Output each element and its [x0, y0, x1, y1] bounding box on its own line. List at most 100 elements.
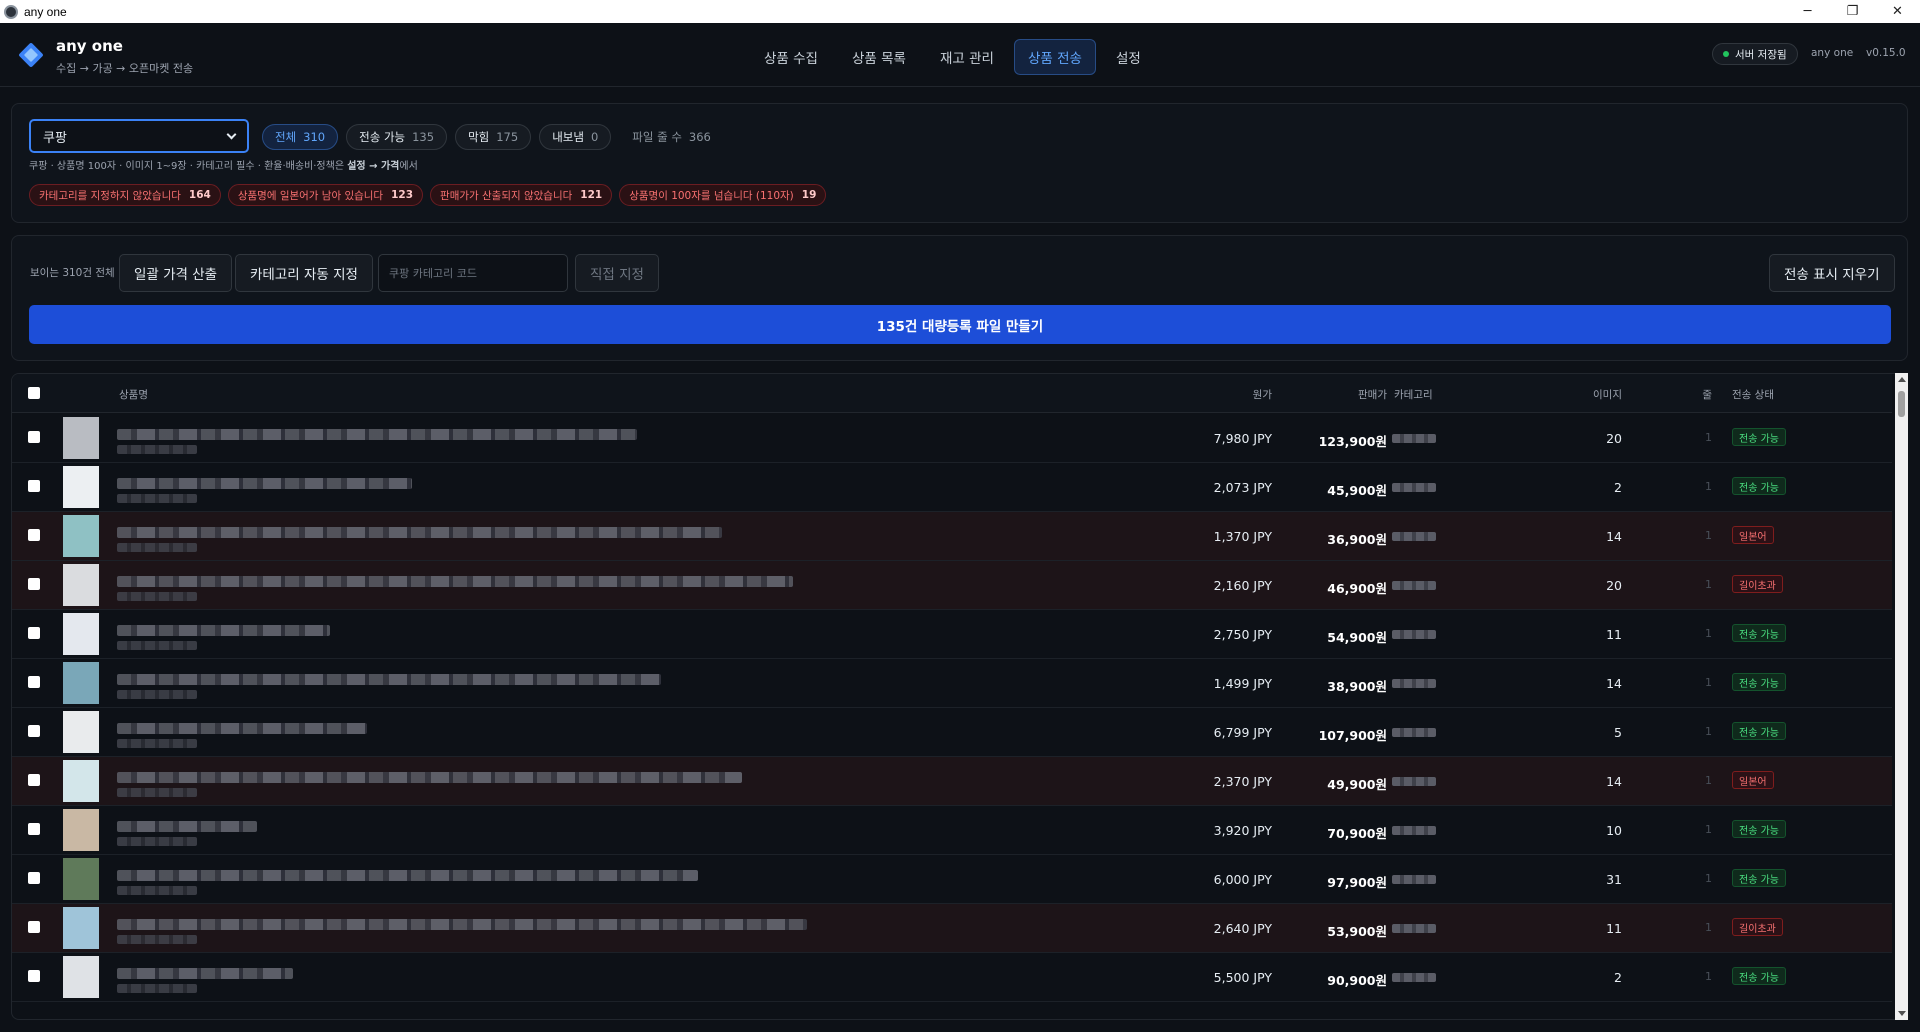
row-category-redacted — [1392, 630, 1436, 639]
status-badge: 길이초과 — [1732, 575, 1783, 593]
error-chip-no-price[interactable]: 판매가가 산출되지 않았습니다 121 — [430, 184, 613, 206]
scroll-up-icon[interactable] — [1898, 377, 1906, 382]
tab-product-send[interactable]: 상품 전송 — [1013, 39, 1096, 75]
row-category-redacted — [1392, 483, 1436, 492]
row-checkbox[interactable] — [28, 921, 40, 933]
row-price: 97,900원 — [1327, 875, 1387, 890]
product-subname-redacted — [117, 984, 197, 993]
category-code-input[interactable]: 쿠팡 카테고리 코드 — [378, 254, 568, 292]
select-all-checkbox[interactable] — [28, 387, 40, 399]
tab-settings[interactable]: 설정 — [1102, 39, 1155, 75]
row-checkbox[interactable] — [28, 823, 40, 835]
bulk-price-button[interactable]: 일괄 가격 산출 — [119, 254, 233, 292]
row-qty: 1 — [1705, 676, 1712, 689]
row-checkbox[interactable] — [28, 725, 40, 737]
product-thumbnail — [63, 417, 99, 459]
table-row[interactable]: 6,000 JPY 97,900원 31 1 전송 가능 — [12, 855, 1892, 904]
status-badge: 전송 가능 — [1732, 967, 1786, 985]
pill-all[interactable]: 전체 310 — [262, 124, 339, 150]
row-images: 11 — [1606, 921, 1622, 936]
row-checkbox[interactable] — [28, 578, 40, 590]
logo-diamond-icon — [18, 42, 44, 68]
product-subname-redacted — [117, 641, 197, 650]
table-row[interactable]: 1,499 JPY 38,900원 14 1 전송 가능 — [12, 659, 1892, 708]
row-qty: 1 — [1705, 725, 1712, 738]
row-checkbox[interactable] — [28, 872, 40, 884]
table-row[interactable]: 2,640 JPY 53,900원 11 1 길이초과 — [12, 904, 1892, 953]
product-name-redacted — [117, 870, 698, 881]
table-row[interactable]: 5,500 JPY 90,900원 2 1 전송 가능 — [12, 953, 1892, 1002]
row-category-redacted — [1392, 532, 1436, 541]
product-subname-redacted — [117, 739, 197, 748]
row-cost: 2,073 JPY — [1213, 480, 1272, 495]
product-subname-redacted — [117, 886, 197, 895]
col-category: 카테고리 — [1394, 389, 1433, 401]
row-price: 90,900원 — [1327, 973, 1387, 988]
row-price: 36,900원 — [1327, 532, 1387, 547]
row-category-redacted — [1392, 434, 1436, 443]
row-qty: 1 — [1705, 970, 1712, 983]
minimize-icon[interactable]: ─ — [1785, 0, 1830, 23]
pill-blocked[interactable]: 막힘 175 — [455, 124, 532, 150]
tab-inventory[interactable]: 재고 관리 — [926, 39, 1008, 75]
row-checkbox[interactable] — [28, 480, 40, 492]
user-name: any one — [1811, 47, 1854, 59]
error-chip-no-category[interactable]: 카테고리를 지정하지 않았습니다 164 — [29, 184, 221, 206]
table-row[interactable]: 3,920 JPY 70,900원 10 1 전송 가능 — [12, 806, 1892, 855]
error-chip-too-long[interactable]: 상품명이 100자를 넘습니다 (110자) 19 — [619, 184, 827, 206]
row-cost: 2,370 JPY — [1213, 774, 1272, 789]
product-subname-redacted — [117, 788, 197, 797]
status-badge: 길이초과 — [1732, 918, 1783, 936]
table-row[interactable]: 1,370 JPY 36,900원 14 1 일본어 — [12, 512, 1892, 561]
table-row[interactable]: 7,980 JPY 123,900원 20 1 전송 가능 — [12, 414, 1892, 463]
product-name-redacted — [117, 968, 293, 979]
row-images: 14 — [1606, 676, 1622, 691]
filter-panel: 쿠팡 전체 310 전송 가능 135 막힘 175 내보냄 0 파일 줄 수 366 쿠… — [11, 103, 1908, 223]
error-count: 19 — [801, 189, 817, 201]
status-badge: 일본어 — [1732, 771, 1774, 789]
row-checkbox[interactable] — [28, 431, 40, 443]
table-row[interactable]: 6,799 JPY 107,900원 5 1 전송 가능 — [12, 708, 1892, 757]
error-count: 164 — [188, 189, 211, 201]
row-checkbox[interactable] — [28, 970, 40, 982]
create-bulk-file-button[interactable]: 135건 대량등록 파일 만들기 — [29, 305, 1891, 344]
row-checkbox[interactable] — [28, 627, 40, 639]
scroll-thumb[interactable] — [1898, 391, 1905, 417]
row-images: 14 — [1606, 529, 1622, 544]
error-chip-japanese[interactable]: 상품명에 일본어가 남아 있습니다 123 — [227, 184, 424, 206]
hint-settings-link: 설정 → 가격 — [347, 161, 400, 172]
status-dot-icon — [1723, 51, 1729, 57]
product-subname-redacted — [117, 445, 197, 454]
tab-collect[interactable]: 상품 수집 — [750, 39, 832, 75]
pill-sendable[interactable]: 전송 가능 135 — [346, 124, 448, 150]
row-images: 31 — [1606, 872, 1622, 887]
error-count: 121 — [580, 189, 603, 201]
app-version: v0.15.0 — [1866, 47, 1906, 59]
close-icon[interactable]: ✕ — [1875, 0, 1920, 23]
pill-label: 전송 가능 — [359, 130, 406, 144]
tab-product-list[interactable]: 상품 목록 — [838, 39, 920, 75]
auto-category-button[interactable]: 카테고리 자동 지정 — [235, 254, 373, 292]
scroll-down-icon[interactable] — [1898, 1011, 1906, 1016]
row-cost: 2,640 JPY — [1213, 921, 1272, 936]
table-row[interactable]: 2,370 JPY 49,900원 14 1 일본어 — [12, 757, 1892, 806]
status-badge: 전송 가능 — [1732, 624, 1786, 642]
table-row[interactable]: 2,073 JPY 45,900원 2 1 전송 가능 — [12, 463, 1892, 512]
row-checkbox[interactable] — [28, 774, 40, 786]
manual-assign-button[interactable]: 직접 지정 — [575, 254, 659, 292]
row-qty: 1 — [1705, 578, 1712, 591]
table-row[interactable]: 2,750 JPY 54,900원 11 1 전송 가능 — [12, 610, 1892, 659]
market-select[interactable]: 쿠팡 — [29, 119, 249, 153]
row-cost: 7,980 JPY — [1213, 431, 1272, 446]
table-scrollbar[interactable] — [1895, 373, 1908, 1020]
row-checkbox[interactable] — [28, 676, 40, 688]
clear-send-marks-button[interactable]: 전송 표시 지우기 — [1769, 254, 1895, 292]
table-row[interactable]: 2,160 JPY 46,900원 20 1 길이초과 — [12, 561, 1892, 610]
row-cost: 5,500 JPY — [1213, 970, 1272, 985]
pill-exported[interactable]: 내보냄 0 — [539, 124, 612, 150]
hint-text: 쿠팡 · 상품명 100자 · 이미지 1~9장 · 카테고리 필수 · 환율·… — [29, 161, 345, 172]
row-images: 2 — [1614, 970, 1622, 985]
restore-icon[interactable]: ❐ — [1830, 0, 1875, 23]
row-checkbox[interactable] — [28, 529, 40, 541]
product-thumbnail — [63, 613, 99, 655]
